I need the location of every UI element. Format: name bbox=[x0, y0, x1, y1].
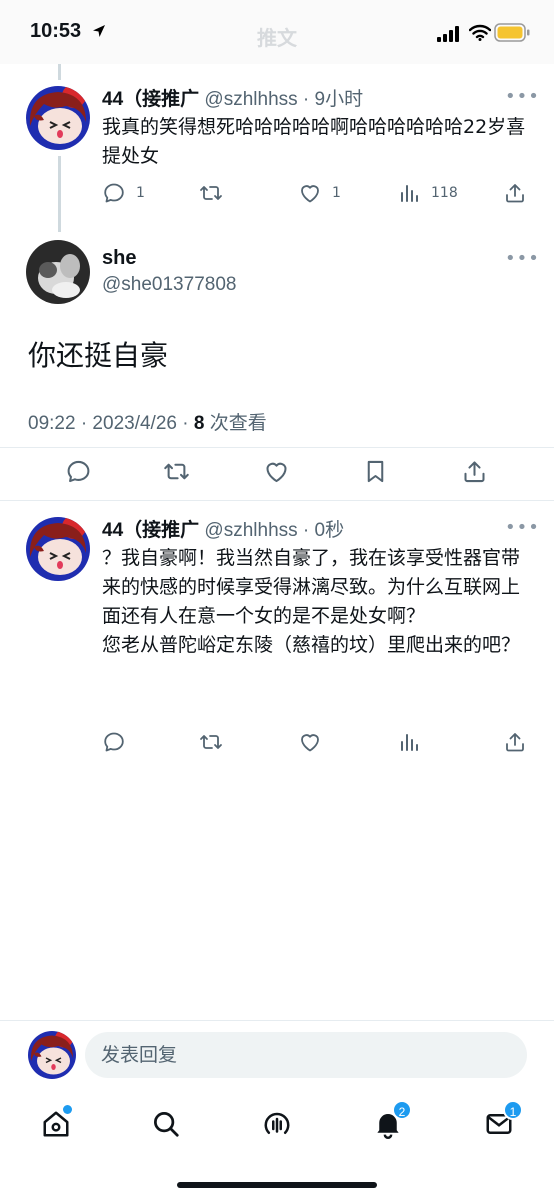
share-icon bbox=[461, 458, 488, 485]
reply-button[interactable] bbox=[102, 730, 126, 754]
author-name[interactable]: she bbox=[102, 247, 136, 270]
reply-icon bbox=[102, 730, 126, 754]
avatar[interactable] bbox=[26, 86, 90, 150]
retweet-button[interactable] bbox=[199, 730, 223, 754]
tweet-text: 我真的笑得想死哈哈哈哈哈啊哈哈哈哈哈哈22岁喜提处女 bbox=[102, 116, 526, 167]
focus-tweet-actions bbox=[0, 458, 554, 486]
tweet-meta: 09:22 · 2023/4/26 · 8 次查看 bbox=[28, 408, 267, 435]
retweet-button[interactable] bbox=[199, 181, 223, 205]
more-icon[interactable]: ••• bbox=[505, 86, 540, 107]
bookmark-icon bbox=[362, 458, 389, 485]
share-icon bbox=[503, 181, 527, 205]
bookmark-button[interactable] bbox=[362, 458, 389, 485]
view-count[interactable]: 8 bbox=[194, 413, 205, 434]
retweet-icon bbox=[163, 458, 190, 485]
avatar bbox=[28, 1031, 76, 1079]
author-handle[interactable]: @szhlhhss bbox=[204, 89, 297, 110]
share-icon bbox=[503, 730, 527, 754]
notifications-badge: 2 bbox=[392, 1100, 412, 1120]
author-name[interactable]: 44（接推广 bbox=[102, 520, 199, 541]
tweet-text: ？我自豪啊！我当然自豪了，我在该享受性器官带来的快感的时候享受得淋漓尽致。为什么… bbox=[102, 547, 521, 656]
reply-input[interactable] bbox=[85, 1032, 527, 1078]
tweet-actions bbox=[0, 730, 554, 756]
reply-button[interactable] bbox=[65, 458, 92, 485]
nav-spaces[interactable] bbox=[257, 1104, 297, 1144]
like-icon bbox=[298, 730, 322, 754]
share-button[interactable] bbox=[503, 181, 527, 205]
author-name[interactable]: 44（接推广 bbox=[102, 89, 199, 110]
views-count: 118 bbox=[431, 185, 458, 201]
home-indicator bbox=[177, 1182, 377, 1188]
reply-composer bbox=[0, 1020, 554, 1090]
tweet-actions: 1 1 118 bbox=[0, 181, 554, 207]
retweet-icon bbox=[199, 730, 223, 754]
nav-home[interactable] bbox=[36, 1104, 76, 1144]
tweet-date: 09:22 · 2023/4/26 · bbox=[28, 413, 194, 434]
nav-notifications[interactable]: 2 bbox=[368, 1100, 412, 1144]
nav-search[interactable] bbox=[146, 1104, 186, 1144]
like-icon bbox=[263, 458, 290, 485]
author-handle[interactable]: @she01377808 bbox=[102, 274, 236, 296]
spaces-icon bbox=[264, 1112, 290, 1134]
like-button[interactable]: 1 bbox=[298, 181, 341, 205]
nav-messages[interactable]: 1 bbox=[479, 1100, 523, 1144]
thread-line bbox=[58, 156, 61, 232]
avatar[interactable] bbox=[26, 517, 90, 581]
reply-icon bbox=[102, 181, 126, 205]
more-icon[interactable]: ••• bbox=[505, 517, 540, 538]
retweet-button[interactable] bbox=[163, 458, 190, 485]
tweet-time: · 0秒 bbox=[302, 520, 345, 541]
share-button[interactable] bbox=[503, 730, 527, 754]
views-button[interactable] bbox=[397, 730, 421, 754]
tweet-time: · 9小时 bbox=[302, 89, 364, 110]
like-button[interactable] bbox=[298, 730, 322, 754]
like-button[interactable] bbox=[263, 458, 290, 485]
like-icon bbox=[298, 181, 322, 205]
tweet-reply[interactable]: 44（接推广 @szhlhhss · 0秒 ••• ？我自豪啊！我当然自豪了，我… bbox=[0, 500, 554, 770]
retweet-icon bbox=[199, 181, 223, 205]
reply-count: 1 bbox=[136, 185, 145, 201]
tweet-parent[interactable]: 44（接推广 @szhlhhss · 9小时 ••• 我真的笑得想死哈哈哈哈哈啊… bbox=[0, 0, 554, 230]
more-icon[interactable]: ••• bbox=[505, 248, 540, 269]
views-button[interactable]: 118 bbox=[397, 181, 458, 205]
tweet-author-line: 44（接推广 @szhlhhss · 9小时 bbox=[102, 84, 363, 111]
like-count: 1 bbox=[332, 185, 341, 201]
view-count-label[interactable]: 次查看 bbox=[204, 413, 267, 434]
reply-icon bbox=[65, 458, 92, 485]
avatar[interactable] bbox=[26, 240, 90, 304]
tweet-author-line: 44（接推广 @szhlhhss · 0秒 bbox=[102, 515, 344, 542]
views-icon bbox=[397, 730, 421, 754]
views-icon bbox=[397, 181, 421, 205]
divider bbox=[0, 447, 554, 448]
tweet-text: 你还挺自豪 bbox=[28, 339, 169, 372]
reply-button[interactable]: 1 bbox=[102, 181, 145, 205]
search-icon bbox=[154, 1112, 179, 1137]
messages-badge: 1 bbox=[503, 1100, 523, 1120]
author-handle[interactable]: @szhlhhss bbox=[204, 520, 297, 541]
share-button[interactable] bbox=[461, 458, 488, 485]
home-unread-dot bbox=[63, 1105, 72, 1114]
